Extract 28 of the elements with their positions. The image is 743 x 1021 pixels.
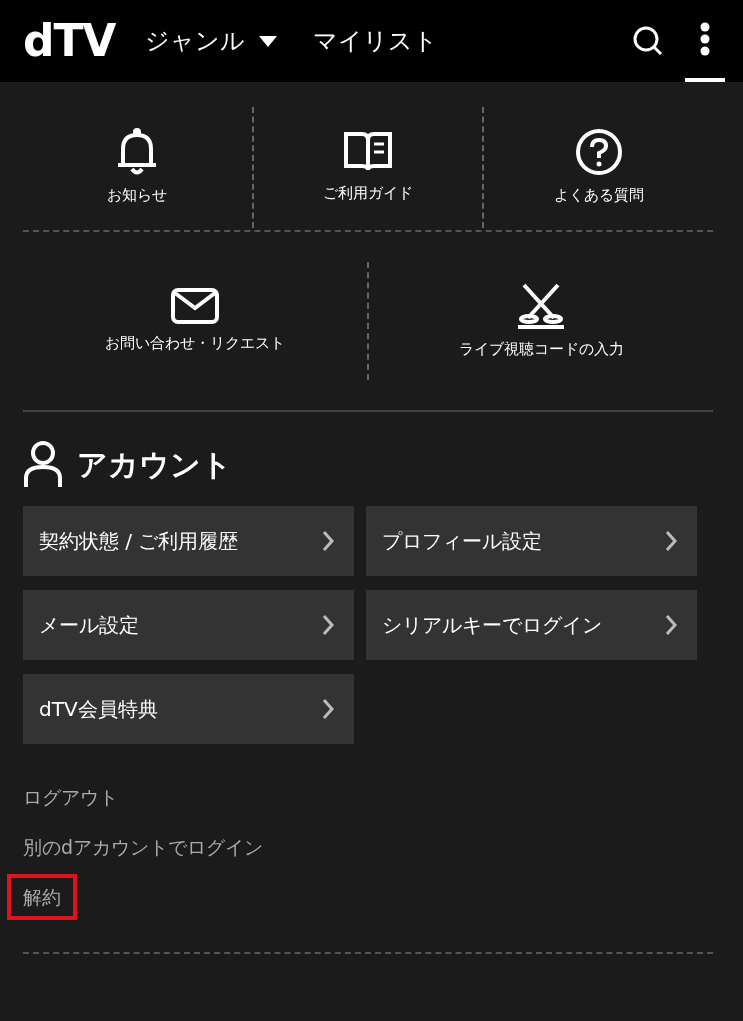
- shortcut-label[interactable]: お知らせ: [107, 184, 168, 207]
- nav-link[interactable]: マイリスト: [313, 23, 439, 59]
- account-link[interactable]: ログアウト: [7, 774, 134, 820]
- menu-button[interactable]: メール設定: [23, 590, 354, 660]
- shortcut-label[interactable]: よくある質問: [553, 184, 644, 207]
- menu-button[interactable]: プロフィール設定: [366, 506, 697, 576]
- section-title: アカウント: [77, 445, 232, 484]
- chevron-right-icon: [322, 614, 334, 636]
- shortcut-label[interactable]: ご利用ガイド: [323, 182, 413, 205]
- nav-link[interactable]: ジャンル: [145, 23, 278, 59]
- account-link[interactable]: 別のdアカウントでログイン: [7, 824, 280, 870]
- shortcut-label[interactable]: お問い合わせ・リクエスト: [105, 331, 285, 355]
- menu-button[interactable]: シリアルキーでログイン: [366, 590, 697, 660]
- question-icon: [574, 128, 623, 177]
- search-icon[interactable]: [633, 26, 663, 56]
- person-icon: [23, 440, 63, 488]
- account-link[interactable]: 解約: [7, 874, 77, 920]
- menu-button[interactable]: 契約状態 / ご利用履歴: [23, 506, 354, 576]
- shortcut-label[interactable]: ライブ視聴コードの入力: [458, 337, 624, 361]
- chevron-right-icon: [665, 530, 677, 552]
- crossed-sticks-icon: [516, 281, 566, 330]
- menu-button[interactable]: dTV会員特典: [23, 674, 354, 744]
- logo[interactable]: dTV: [23, 8, 116, 74]
- chevron-right-icon: [322, 698, 334, 720]
- mail-icon: [171, 287, 219, 324]
- more-icon: [700, 22, 710, 56]
- chevron-right-icon: [322, 530, 334, 552]
- chevron-right-icon: [665, 614, 677, 636]
